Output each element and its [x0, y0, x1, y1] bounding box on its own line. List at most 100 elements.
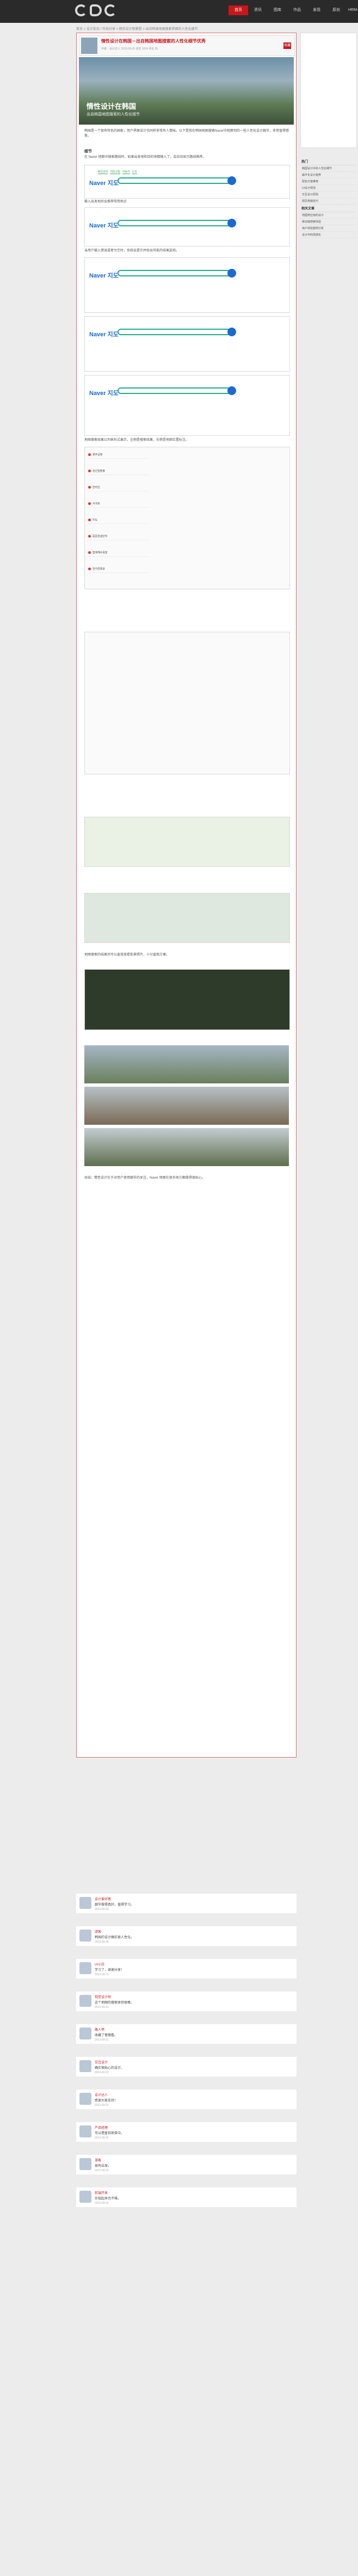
result-item[interactable]: 제주공항 — [88, 453, 148, 459]
result-item[interactable]: 한라산 — [88, 485, 148, 491]
map-search-screenshot-4: Naver 지도 — [84, 316, 290, 372]
avatar[interactable] — [79, 1897, 91, 1909]
result-item[interactable]: 천지연폭포 — [88, 567, 148, 573]
search-icon-4[interactable] — [227, 328, 236, 336]
avatar[interactable] — [79, 1962, 91, 1974]
tab-car[interactable]: 자동차 — [122, 170, 130, 174]
marker-icon — [88, 470, 91, 473]
comment-item: 游客 韩国的设计确实很人性化。 2013-09-20 — [76, 1926, 297, 1946]
nav-item-original[interactable]: 原创 — [326, 5, 346, 15]
search-input-3[interactable] — [118, 270, 232, 276]
avatar[interactable] — [79, 1930, 91, 1942]
search-icon-5[interactable] — [227, 386, 236, 395]
site-logo[interactable] — [75, 2, 119, 19]
sidebar-link[interactable]: 地图类应用的设计 — [300, 212, 356, 219]
result-item[interactable]: 중문관광단지 — [88, 534, 148, 540]
tab-quick[interactable]: 빠른검색 — [98, 170, 108, 174]
logo-letter-c-2 — [104, 4, 116, 16]
search-input[interactable] — [118, 177, 232, 184]
marker-icon — [88, 519, 91, 522]
map-search-screenshot-5: Naver 지도 — [84, 375, 290, 436]
result-label: 서귀포 — [92, 502, 100, 506]
avatar[interactable] — [79, 2027, 91, 2039]
comment-item: 路人甲 收藏了慢慢看。 2013-09-21 — [76, 2024, 297, 2044]
comment-user[interactable]: 交互设计 — [95, 2060, 108, 2065]
result-label: 한라산 — [92, 486, 100, 489]
sidebar-link[interactable]: 扁平化设计趋势 — [300, 172, 356, 178]
avatar[interactable] — [79, 2158, 91, 2170]
comment-text: 细节做得真好，值得学习。 — [95, 1903, 134, 1907]
comment-item: 交互设计 确实很贴心的设计。 2013-09-22 — [76, 2057, 297, 2077]
nav-item-works[interactable]: 作品 — [287, 5, 307, 15]
favorite-button[interactable]: 收藏 — [283, 42, 291, 49]
naver-map-logo-2: Naver 지도 — [89, 223, 119, 229]
comment-text: 可以借鉴到项目中。 — [95, 2132, 125, 2135]
article-header: 情性设计在韩国－出自韩国地图搜索的人性化细节优秀 作者：设计达人 2013-09… — [79, 35, 295, 56]
comment-user[interactable]: 前端开发 — [95, 2190, 108, 2195]
nav-item-discover[interactable]: 发现 — [307, 5, 326, 15]
nav-item-hrm[interactable]: HRM-1.0 — [346, 5, 358, 15]
search-result-list-screenshot-2 — [84, 632, 290, 774]
comment-user[interactable]: 视觉设计师 — [95, 1994, 111, 1999]
nav-item-home[interactable]: 首页 — [229, 5, 248, 15]
comment-time: 2013-09-22 — [95, 2136, 109, 2140]
logo-letter-c — [75, 4, 87, 16]
sidebar-link[interactable]: 用户体验案例分析 — [300, 225, 356, 232]
search-input-2[interactable] — [118, 220, 232, 226]
result-item[interactable]: 우도 — [88, 518, 148, 524]
paragraph-5: 总结：情性设计在于对用户使用细节的关注，Naver 地图在很多地方都做得很贴心。 — [84, 1176, 205, 1180]
sidebar-link[interactable]: 网页排版技巧 — [300, 198, 356, 205]
section-heading: 细节 — [84, 150, 92, 153]
comment-text: 这个地图的搜索体验很棒。 — [95, 2001, 134, 2005]
search-icon-3[interactable] — [227, 269, 236, 278]
search-icon-2[interactable] — [227, 219, 236, 227]
route-tabs: 빠른검색 대중교통 자동차 도보 — [98, 170, 137, 174]
result-item[interactable]: 서귀포 — [88, 502, 148, 508]
tab-transit[interactable]: 대중교통 — [110, 170, 120, 174]
comment-time: 2013-09-20 — [95, 1908, 109, 1911]
sidebar-related-list: 地图类应用的设计 移动端搜索体验 用户体验案例分析 设计中的情感化 — [300, 212, 356, 238]
nav-item-gallery[interactable]: 图库 — [268, 5, 287, 15]
comment-user[interactable]: 游客 — [95, 1929, 101, 1934]
avatar[interactable] — [79, 1995, 91, 2007]
avatar[interactable] — [79, 2093, 91, 2105]
sidebar-link[interactable]: 韩国设计中的人性化细节 — [300, 165, 356, 172]
avatar[interactable] — [79, 2060, 91, 2072]
comment-user[interactable]: UI小白 — [95, 1962, 104, 1967]
sidebar-hot: 热门 韩国设计中的人性化细节 扁平化设计趋势 配色方案推荐 UI设计规范 交互设… — [300, 158, 356, 238]
comment-time: 2013-09-22 — [95, 2071, 109, 2074]
comment-user[interactable]: 路人甲 — [95, 2027, 104, 2032]
comment-user[interactable]: 设计达人 — [95, 2092, 108, 2097]
sidebar-ad[interactable] — [300, 33, 357, 148]
paragraph-2: 当用户输入错误或者为空时，系统会提示并给出可能的结果选项。 — [84, 249, 180, 252]
tab-walk[interactable]: 도보 — [132, 170, 137, 174]
sidebar-link[interactable]: 移动端搜索体验 — [300, 219, 356, 225]
comment-text: 确实很贴心的设计。 — [95, 2067, 125, 2070]
comment-item: UI小白 学习了，谢谢分享！ 2013-09-21 — [76, 1959, 297, 1979]
comment-time: 2013-09-21 — [95, 1973, 109, 1976]
result-item[interactable]: 협재해수욕장 — [88, 551, 148, 557]
avatar[interactable] — [79, 2191, 91, 2203]
sidebar-link[interactable]: UI设计规范 — [300, 185, 356, 192]
sidebar-link[interactable]: 设计中的情感化 — [300, 232, 356, 238]
result-item[interactable]: 성산일출봉 — [88, 469, 148, 475]
comment-user[interactable]: 产品经理 — [95, 2125, 108, 2130]
article-title: 情性设计在韩国－出自韩国地图搜索的人性化细节优秀 — [101, 39, 206, 44]
comment-user[interactable]: 游客 — [95, 2158, 101, 2162]
avatar[interactable] — [79, 2125, 91, 2137]
comment-user[interactable]: 设计爱好者 — [95, 1896, 111, 1901]
map-search-screenshot-2: Naver 지도 — [84, 207, 290, 246]
search-icon[interactable] — [227, 176, 236, 185]
search-input-4[interactable] — [118, 329, 232, 335]
intro-paragraph: 韩国是一个很有特色的国家，用户界面设计也同样非常有人情味。以下是我在韩国地图搜索… — [84, 130, 289, 138]
search-input-5[interactable] — [118, 387, 232, 394]
map-search-screenshot-3: Naver 지도 — [84, 257, 290, 313]
nav-item-news[interactable]: 资讯 — [248, 5, 268, 15]
sidebar-link[interactable]: 交互设计原则 — [300, 192, 356, 198]
naver-map-logo-3: Naver 지도 — [89, 273, 119, 279]
marker-icon — [88, 486, 91, 489]
comment-text: 很有启发。 — [95, 2165, 112, 2168]
streetview-photo-1 — [84, 1045, 289, 1083]
sidebar-link[interactable]: 配色方案推荐 — [300, 178, 356, 185]
article-thumbnail — [81, 38, 97, 54]
